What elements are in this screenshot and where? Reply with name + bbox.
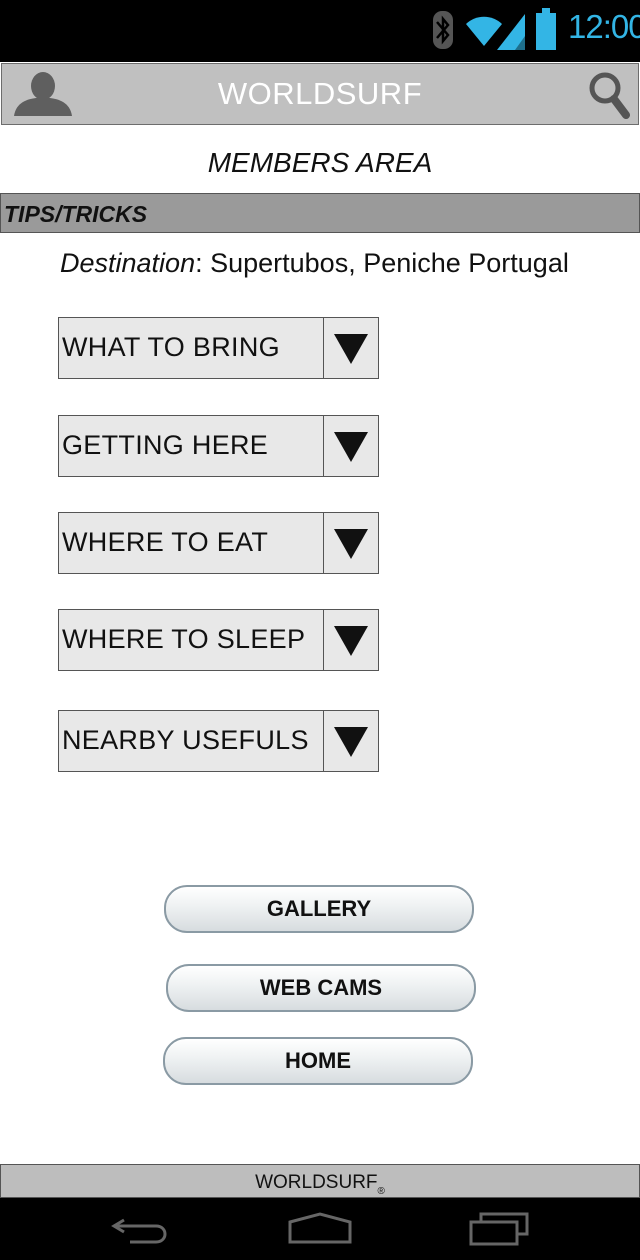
dropdown-toggle[interactable] bbox=[323, 318, 378, 378]
dropdown-getting-here[interactable]: GETTING HERE bbox=[58, 415, 379, 477]
triangle-down-icon bbox=[334, 529, 368, 559]
dropdown-toggle[interactable] bbox=[323, 416, 378, 476]
back-icon[interactable] bbox=[110, 1212, 174, 1246]
dropdown-label: WHAT TO BRING bbox=[62, 332, 280, 362]
dropdown-label: WHERE TO SLEEP bbox=[62, 624, 306, 654]
dropdown-label: WHERE TO EAT bbox=[62, 527, 269, 557]
dropdown-label: GETTING HERE bbox=[62, 430, 269, 460]
bluetooth-icon bbox=[433, 11, 453, 49]
section-title: MEMBERS AREA bbox=[207, 147, 433, 178]
battery-icon bbox=[536, 8, 556, 50]
status-bar: 12:00 bbox=[0, 0, 640, 62]
home-icon[interactable] bbox=[286, 1212, 354, 1246]
dropdown-where-to-sleep[interactable]: WHERE TO SLEEP bbox=[58, 609, 379, 671]
system-nav-bar bbox=[0, 1198, 640, 1260]
triangle-down-icon bbox=[334, 626, 368, 656]
tips-header: TIPS/TRICKS bbox=[0, 193, 640, 233]
signal-icon bbox=[497, 14, 525, 50]
app-bar: WORLDSURF bbox=[1, 63, 639, 125]
triangle-down-icon bbox=[334, 334, 368, 364]
footer: WORLDSURF® bbox=[0, 1164, 640, 1198]
destination-value: : Supertubos, Peniche Portugal bbox=[195, 248, 569, 278]
dropdown-nearby-usefuls[interactable]: NEARBY USEFULS bbox=[58, 710, 379, 772]
clock: 12:00 bbox=[568, 8, 640, 45]
dropdown-toggle[interactable] bbox=[323, 711, 378, 771]
triangle-down-icon bbox=[334, 727, 368, 757]
destination-label: Destination bbox=[60, 248, 196, 278]
dropdown-toggle[interactable] bbox=[323, 513, 378, 573]
footer-text: WORLDSURF® bbox=[1, 1172, 639, 1197]
footer-brand: WORLDSURF bbox=[255, 1172, 378, 1193]
app-title: WORLDSURF bbox=[217, 76, 423, 111]
recent-apps-icon[interactable] bbox=[467, 1212, 531, 1246]
triangle-down-icon bbox=[334, 432, 368, 462]
destination: Destination: Supertubos, Peniche Portuga… bbox=[60, 248, 569, 279]
search-icon[interactable] bbox=[588, 71, 630, 119]
tips-header-label: TIPS/TRICKS bbox=[4, 201, 148, 227]
dropdown-where-to-eat[interactable]: WHERE TO EAT bbox=[58, 512, 379, 574]
webcams-button[interactable]: WEB CAMS bbox=[166, 964, 476, 1012]
registered-mark: ® bbox=[377, 1186, 385, 1197]
dropdown-what-to-bring[interactable]: WHAT TO BRING bbox=[58, 317, 379, 379]
dropdown-label: NEARBY USEFULS bbox=[62, 725, 309, 755]
home-button[interactable]: HOME bbox=[163, 1037, 473, 1085]
gallery-button[interactable]: GALLERY bbox=[164, 885, 474, 933]
dropdown-toggle[interactable] bbox=[323, 610, 378, 670]
